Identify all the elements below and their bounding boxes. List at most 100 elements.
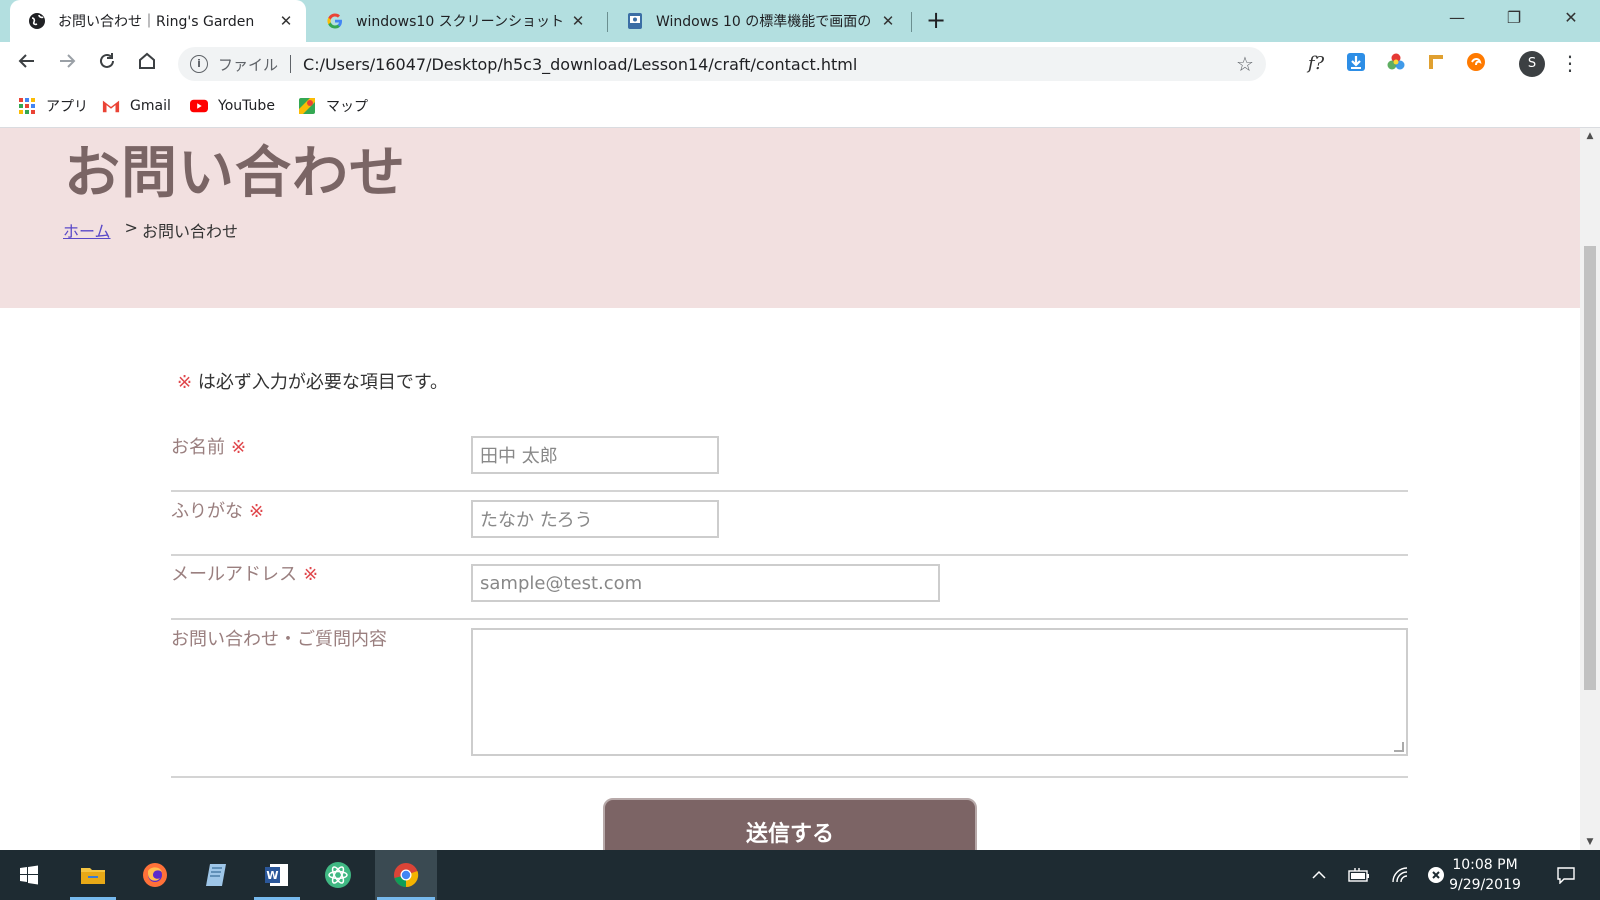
tab-title: Windows 10 の標準機能で画面の [656,14,872,30]
breadcrumb-home-link[interactable]: ホーム [63,218,111,242]
scroll-up-arrow-icon[interactable]: ▲ [1580,128,1600,144]
page-icon [626,12,644,30]
furigana-label: ふりがな ※ [171,497,264,523]
email-placeholder: sample@test.com [480,572,643,594]
tab-close-icon[interactable]: ✕ [274,12,298,30]
chrome-menu-icon[interactable]: ⋮ [1560,51,1580,77]
windows-start-icon[interactable] [4,850,54,900]
page-scrollbar[interactable]: ▲ ▼ [1580,128,1600,850]
formula-extension-icon[interactable]: f? [1304,52,1328,76]
email-input[interactable]: sample@test.com [471,564,940,602]
name-label: お名前 ※ [171,433,246,459]
reload-button[interactable] [93,50,121,78]
email-label: メールアドレス ※ [171,560,318,586]
scroll-down-arrow-icon[interactable]: ▼ [1580,834,1600,850]
message-label: お問い合わせ・ご質問内容 [171,625,387,651]
home-icon [139,52,155,69]
youtube-icon [190,97,208,115]
firefox-send-extension-icon[interactable] [1464,52,1488,76]
required-mark: ※ [249,501,265,522]
tab-google-search[interactable]: windows10 スクリーンショット 範囲 - ✕ [308,0,598,42]
file-explorer-icon[interactable] [68,850,118,900]
tab-strip: お問い合わせ｜Ring's Garden ✕ windows10 スクリーンショ… [0,0,1600,42]
name-input[interactable]: 田中 太郎 [471,436,719,474]
google-icon [326,12,344,30]
tab-close-icon[interactable]: ✕ [566,12,590,30]
action-center-icon[interactable] [1546,850,1586,900]
svg-text:W: W [266,869,278,882]
show-hidden-icons-chevron-icon[interactable] [1306,850,1332,900]
bookmark-star-icon[interactable]: ☆ [1230,52,1260,76]
firefox-icon[interactable] [130,850,180,900]
back-button[interactable] [13,50,41,78]
close-window-button[interactable]: ✕ [1542,0,1600,38]
tab-windows-article[interactable]: Windows 10 の標準機能で画面の ✕ [608,0,908,42]
bookmarks-bar: アプリ Gmail YouTube マップ [0,86,1600,128]
windows-taskbar: W 10:08 PM 9/29/2019 [0,850,1600,900]
tab-title: お問い合わせ｜Ring's Garden [58,14,255,30]
reload-icon [100,53,114,68]
bookmark-apps[interactable]: アプリ [18,95,88,117]
furigana-placeholder: たなか たろう [480,510,593,531]
wifi-icon[interactable] [1386,850,1416,900]
chrome-icon[interactable] [375,850,437,900]
address-bar[interactable]: i ファイル C:/Users/16047/Desktop/h5c3_downl… [178,47,1266,81]
restore-button[interactable]: ❐ [1485,0,1543,38]
form-row-name: お名前 ※ [171,428,1408,492]
submit-button[interactable]: 送信する [603,798,977,850]
message-label-text: お問い合わせ・ご質問内容 [171,629,387,650]
home-button[interactable] [133,50,161,78]
required-mark: ※ [231,437,247,458]
scheme-label: ファイル [218,55,279,74]
battery-icon[interactable] [1344,850,1374,900]
scrollbar-thumb[interactable] [1584,246,1596,690]
required-mark: ※ [303,564,319,585]
browser-toolbar: i ファイル C:/Users/16047/Desktop/h5c3_downl… [0,42,1600,86]
resize-handle-icon[interactable] [1394,742,1404,752]
profile-avatar[interactable]: S [1519,51,1545,77]
tab-contact-page[interactable]: お問い合わせ｜Ring's Garden ✕ [10,0,306,42]
tab-title: windows10 スクリーンショット 範囲 - [356,14,566,30]
required-note: ※ は必ず入力が必要な項目です。 [177,368,448,394]
gmail-icon [102,97,120,115]
page-viewport: お問い合わせ ホーム > お問い合わせ ※ は必ず入力が必要な項目です。 お名前… [0,128,1580,850]
bookmark-label: Gmail [130,98,171,114]
breadcrumb: ホーム > お問い合わせ [63,218,238,242]
forward-arrow-icon [60,54,76,68]
apps-grid-icon [18,97,36,115]
bookmark-youtube[interactable]: YouTube [190,95,275,117]
forward-button[interactable] [53,50,81,78]
bookmark-maps[interactable]: マップ [298,95,368,117]
system-clock[interactable]: 10:08 PM 9/29/2019 [1440,855,1530,895]
name-placeholder: 田中 太郎 [480,446,558,467]
minimize-button[interactable]: — [1428,0,1486,38]
word-icon[interactable]: W [252,850,302,900]
maps-icon [298,97,316,115]
atom-icon[interactable] [313,850,363,900]
required-mark: ※ [177,372,193,393]
tab-separator [911,12,912,32]
bookmark-gmail[interactable]: Gmail [102,95,171,117]
color-picker-extension-icon[interactable] [1384,52,1408,76]
page-title: お問い合わせ [64,141,406,206]
ruler-extension-icon[interactable] [1424,52,1448,76]
tab-close-icon[interactable]: ✕ [876,12,900,30]
url-text[interactable]: C:/Users/16047/Desktop/h5c3_download/Les… [303,55,1230,74]
notepad-icon[interactable] [191,850,241,900]
email-label-text: メールアドレス [171,564,297,585]
clock-time: 10:08 PM [1452,857,1518,873]
bookmark-label: アプリ [46,99,88,115]
breadcrumb-current: お問い合わせ [141,222,238,241]
message-textarea[interactable] [471,628,1408,756]
download-extension-icon[interactable] [1344,52,1368,76]
required-note-text: は必ず入力が必要な項目です。 [197,372,449,393]
divider [290,55,292,73]
page-header: お問い合わせ ホーム > お問い合わせ [0,128,1580,308]
furigana-input[interactable]: たなか たろう [471,500,719,538]
back-arrow-icon [18,54,34,68]
new-tab-button[interactable]: + [922,7,950,35]
globe-icon [28,12,46,30]
furigana-label-text: ふりがな [171,501,243,522]
bookmark-label: マップ [326,99,368,115]
info-icon[interactable]: i [190,55,208,73]
